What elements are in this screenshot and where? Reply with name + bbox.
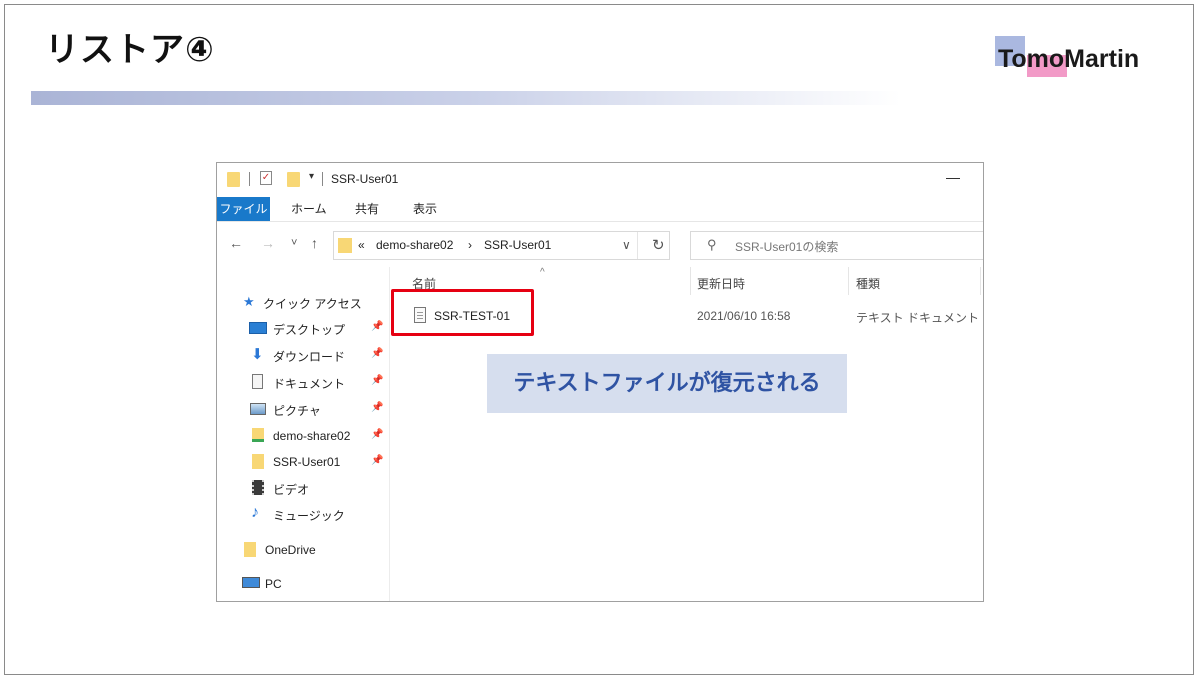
search-input[interactable]: ⚲ SSR-User01の検索 [690, 231, 983, 260]
navigation-pane: ★ クイック アクセス デスクトップ 📌 ⬇ ダウンロード 📌 ドキュメント 📌… [217, 267, 390, 601]
pin-icon[interactable]: 📌 [371, 429, 383, 440]
window-title: SSR-User01 [331, 172, 399, 186]
title-underline-bar [31, 91, 901, 105]
video-icon [252, 480, 264, 495]
sidebar-item-downloads[interactable]: ⬇ ダウンロード 📌 [217, 344, 389, 366]
folder-icon [227, 172, 240, 187]
star-icon: ★ [243, 294, 255, 309]
tab-view[interactable]: 表示 [413, 197, 437, 221]
sidebar-item-label: PC [265, 577, 282, 591]
sidebar-item-quick-access[interactable]: ★ クイック アクセス [217, 291, 389, 313]
column-divider[interactable] [690, 267, 691, 295]
up-button[interactable]: ↑ [311, 235, 318, 251]
slide-title: リストア④ [45, 30, 215, 70]
sidebar-item-pictures[interactable]: ピクチャ 📌 [217, 398, 389, 420]
breadcrumb-ssr-user01[interactable]: SSR-User01 [484, 238, 551, 252]
customize-toolbar-icon[interactable]: ▾ [309, 171, 314, 182]
folder-icon [244, 542, 256, 557]
column-divider[interactable] [980, 267, 981, 295]
sidebar-item-label: ドキュメント [273, 377, 346, 391]
download-icon: ⬇ [251, 346, 264, 363]
tab-share[interactable]: 共有 [355, 197, 379, 221]
sort-ascending-icon: ^ [540, 267, 545, 278]
folder-icon [252, 454, 264, 469]
sidebar-item-label: SSR-User01 [273, 455, 341, 469]
address-bar[interactable]: « demo-share02 › SSR-User01 ∨ ↻ [333, 231, 670, 260]
sidebar-item-label: ミュージック [273, 509, 345, 523]
sidebar-item-label: デスクトップ [273, 323, 346, 337]
pc-icon [242, 577, 260, 588]
recent-locations-button[interactable]: ˅ [291, 235, 297, 251]
sidebar-item-videos[interactable]: ビデオ [217, 477, 389, 499]
column-header-modified[interactable]: 更新日時 [697, 275, 745, 292]
tab-home[interactable]: ホーム [291, 197, 327, 221]
network-folder-icon [252, 428, 264, 442]
file-type: テキスト ドキュメント [856, 311, 979, 325]
pin-icon[interactable]: 📌 [371, 348, 383, 359]
sidebar-item-label: ダウンロード [273, 350, 346, 364]
column-header-type[interactable]: 種類 [856, 275, 880, 292]
sidebar-item-desktop[interactable]: デスクトップ 📌 [217, 317, 389, 339]
desktop-icon [249, 322, 267, 334]
breadcrumb-demo-share02[interactable]: demo-share02 [376, 238, 453, 252]
sidebar-item-music[interactable]: ♪ ミュージック [217, 503, 389, 525]
address-dropdown-icon[interactable]: ∨ [622, 238, 631, 252]
pin-icon[interactable]: 📌 [371, 375, 383, 386]
properties-icon[interactable]: ✓ [260, 171, 272, 185]
highlight-box [391, 289, 534, 336]
breadcrumb-separator[interactable]: › [468, 238, 472, 252]
pin-icon[interactable]: 📌 [371, 402, 383, 413]
window-titlebar: ✓ ▾ SSR-User01 — [217, 163, 983, 195]
sidebar-item-label: demo-share02 [273, 429, 351, 443]
column-divider[interactable] [848, 267, 849, 295]
document-icon [252, 374, 263, 389]
refresh-icon[interactable]: ↻ [652, 236, 665, 254]
tab-file[interactable]: ファイル [217, 197, 270, 221]
minimize-button[interactable]: — [943, 169, 963, 185]
folder-icon [338, 238, 352, 253]
new-folder-icon[interactable] [287, 172, 300, 187]
search-icon: ⚲ [707, 237, 717, 252]
sidebar-item-onedrive[interactable]: OneDrive [217, 539, 389, 561]
sidebar-item-label: クイック アクセス [263, 297, 362, 311]
logo-text: TomoMartin [998, 45, 1140, 73]
search-placeholder: SSR-User01の検索 [735, 240, 839, 254]
callout-note: テキストファイルが復元される [487, 354, 847, 413]
sidebar-item-pc[interactable]: PC [217, 573, 389, 595]
sidebar-item-label: OneDrive [265, 543, 316, 557]
pictures-icon [250, 403, 266, 415]
address-overflow[interactable]: « [358, 238, 365, 252]
sidebar-item-label: ピクチャ [273, 404, 321, 418]
ribbon-tabs: ファイル ホーム 共有 表示 [217, 197, 983, 222]
sidebar-item-documents[interactable]: ドキュメント 📌 [217, 371, 389, 393]
file-modified: 2021/06/10 16:58 [697, 309, 791, 323]
pin-icon[interactable]: 📌 [371, 455, 383, 466]
sidebar-item-ssr-user01[interactable]: SSR-User01 📌 [217, 451, 389, 473]
navigation-bar: ← → ˅ ↑ « demo-share02 › SSR-User01 ∨ ↻ … [217, 223, 983, 265]
sidebar-item-demo-share02[interactable]: demo-share02 📌 [217, 425, 389, 447]
back-button[interactable]: ← [229, 235, 243, 251]
quick-access-separator [322, 172, 323, 186]
brand-logo: TomoMartin [995, 33, 1165, 83]
forward-button[interactable]: → [261, 235, 275, 251]
pin-icon[interactable]: 📌 [371, 321, 383, 332]
music-icon: ♪ [251, 504, 259, 521]
quick-access-separator [249, 172, 250, 186]
sidebar-item-label: ビデオ [273, 483, 310, 497]
address-divider [637, 232, 638, 259]
